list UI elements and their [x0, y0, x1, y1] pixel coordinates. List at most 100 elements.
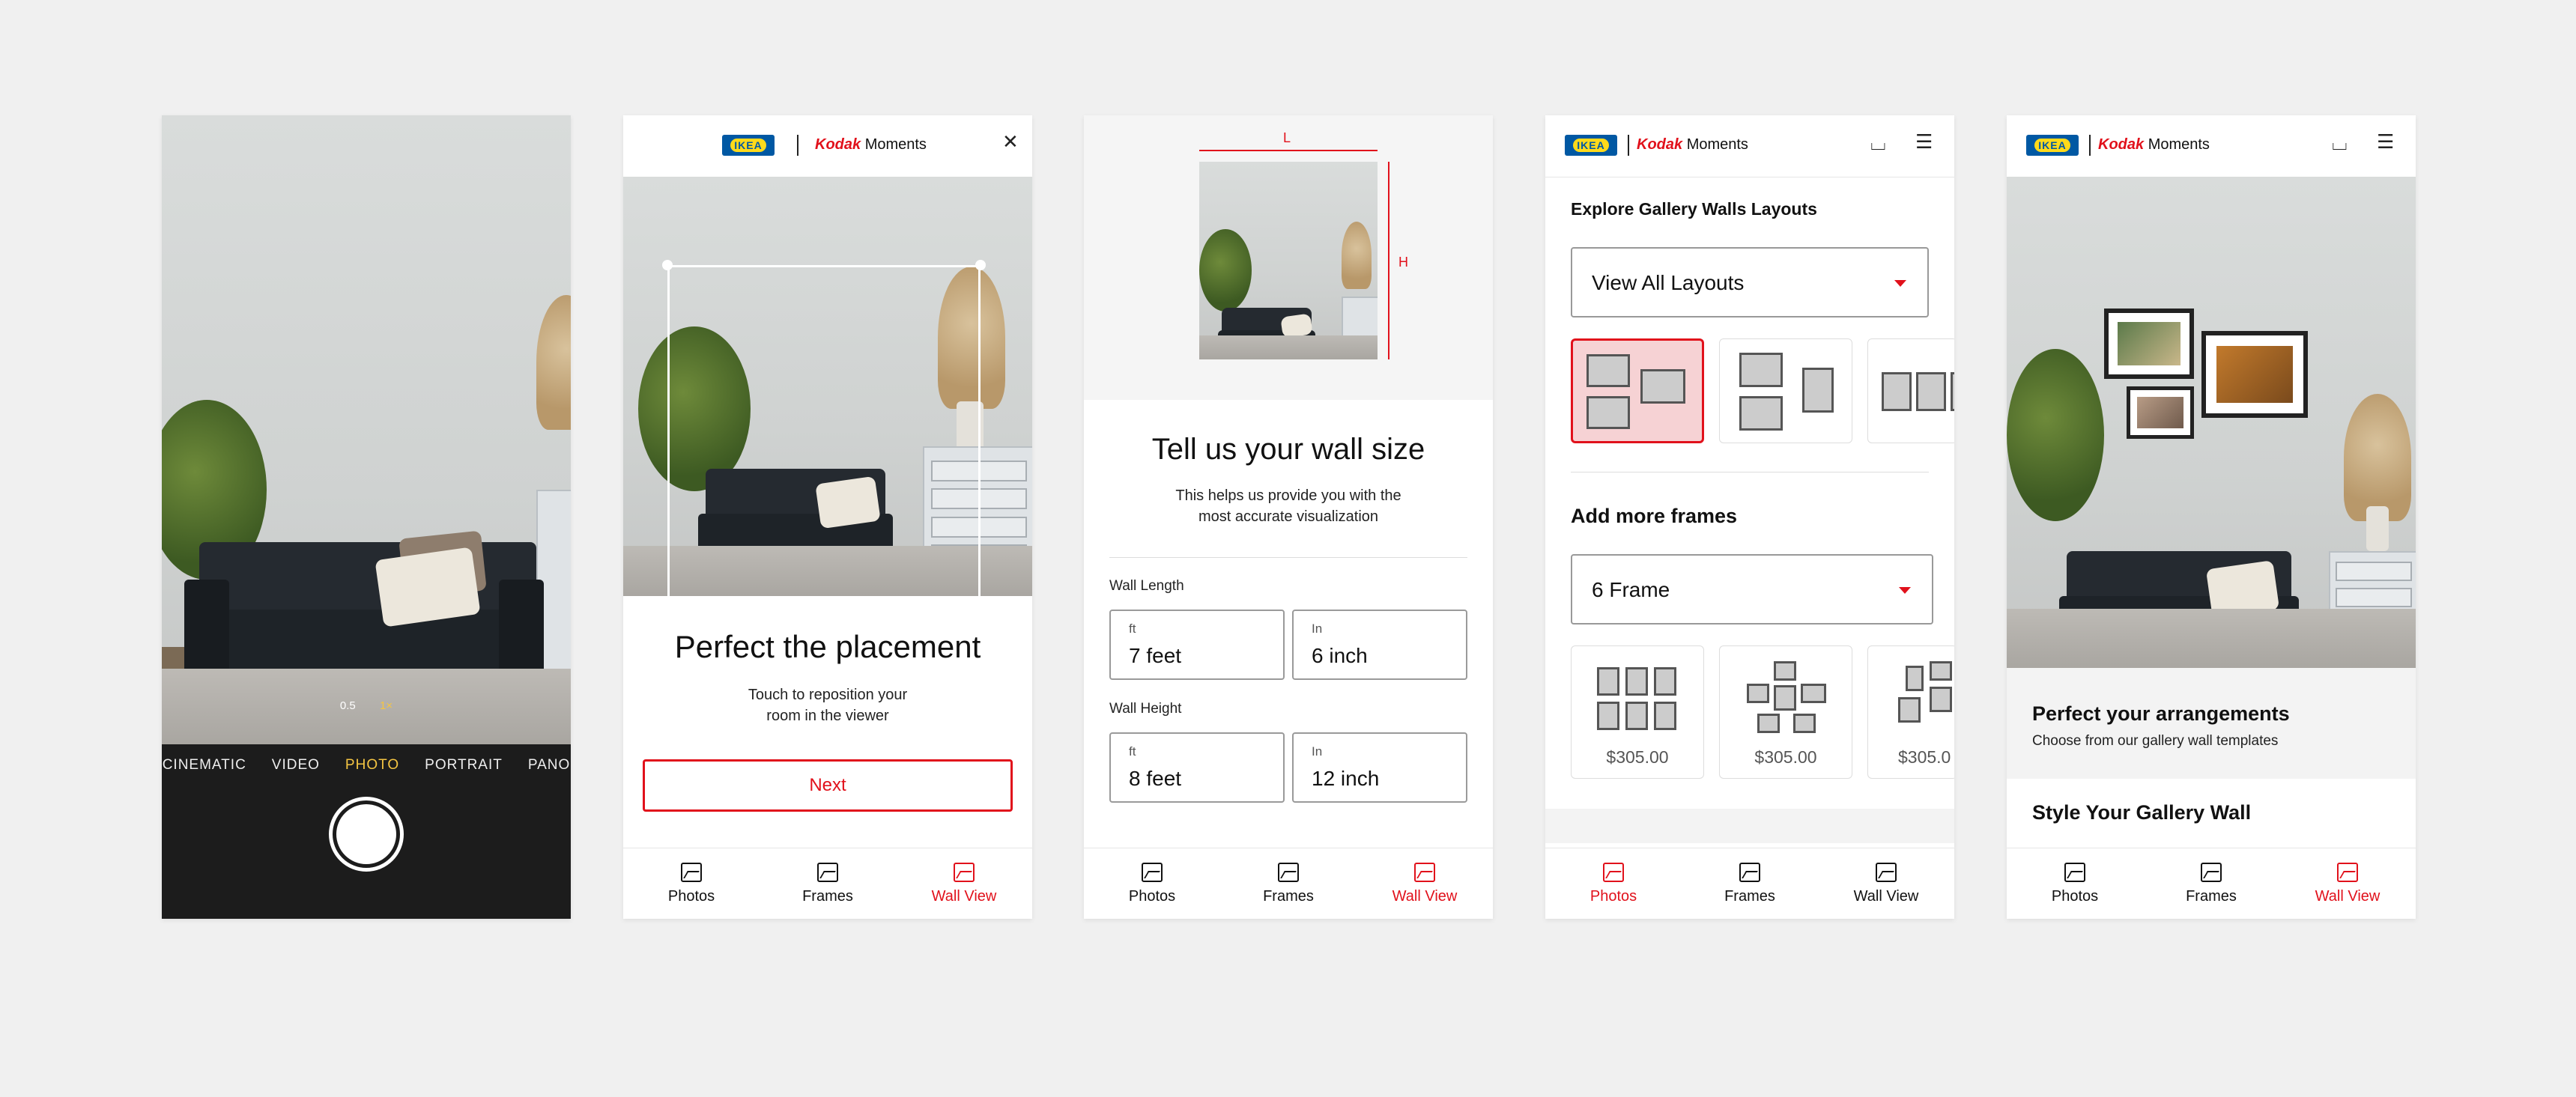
add-frames-title: Add more frames [1571, 505, 1738, 527]
frames-icon [2201, 862, 2222, 882]
bottom-nav: Photos Frames Wall View [2007, 848, 2416, 919]
nav-frames[interactable]: Frames [2143, 848, 2279, 919]
close-icon[interactable]: ✕ [1002, 130, 1019, 154]
frames-icon [817, 862, 838, 882]
wall-frame-2[interactable] [2201, 331, 2308, 418]
frame-count-select[interactable]: 6 Frame [1571, 554, 1933, 625]
length-dimension-line [1199, 150, 1378, 151]
height-dimension-line [1388, 162, 1389, 359]
chevron-down-icon [1894, 280, 1906, 287]
wall-height-feet-field[interactable]: ft 8 feet [1109, 732, 1285, 803]
placement-frame[interactable] [667, 265, 981, 596]
mode-video[interactable]: VIDEO [272, 757, 320, 774]
corner-handle[interactable] [662, 260, 673, 270]
shutter-button[interactable] [329, 797, 404, 872]
photos-icon [1603, 862, 1624, 882]
app-header: IKEA Kodak Moments ✕ [623, 115, 1032, 177]
wall-length-feet-field[interactable]: ft 7 feet [1109, 610, 1285, 680]
placement-subtitle-1: Touch to reposition your [748, 687, 908, 703]
bottom-nav: Photos Frames Wall View [1545, 848, 1954, 919]
room-gallery-preview [2007, 177, 2416, 668]
frame-pack-card-2[interactable]: $305.00 [1719, 645, 1852, 779]
placement-subtitle-2: room in the viewer [766, 708, 889, 724]
ikea-logo: IKEA [722, 135, 775, 156]
ikea-logo: IKEA [2026, 135, 2079, 156]
mode-portrait[interactable]: PORTRAIT [425, 757, 503, 774]
nav-frames[interactable]: Frames [1220, 848, 1357, 919]
layout-option-1[interactable] [1571, 338, 1704, 443]
arrangements-screen: IKEA Kodak Moments ⌴ ☰ Perfect your arra… [2007, 115, 2416, 919]
frame-pack-card-1[interactable]: $305.00 [1571, 645, 1704, 779]
wall-height-label: Wall Height [1109, 701, 1182, 717]
kodak-moments-logo: Kodak Moments [2098, 136, 2210, 153]
basket-icon[interactable]: ⌴ [2332, 132, 2348, 156]
app-header: IKEA Kodak Moments ⌴ ☰ [1545, 115, 1954, 177]
wall-height-inch-field[interactable]: In 12 inch [1292, 732, 1467, 803]
zoom-selector[interactable]: 0.5 1× [162, 699, 571, 712]
layout-option-3[interactable] [1867, 338, 1954, 443]
kodak-moments-logo: Kodak Moments [815, 136, 927, 153]
style-gallery-title: Style Your Gallery Wall [2032, 801, 2252, 824]
layout-option-2[interactable] [1719, 338, 1852, 443]
nav-photos[interactable]: Photos [1084, 848, 1220, 919]
price: $305.00 [1754, 747, 1817, 767]
frames-icon [1739, 862, 1760, 882]
wall-length-label: Wall Length [1109, 578, 1184, 594]
wall-view-icon [1414, 862, 1435, 882]
chevron-down-icon [1899, 587, 1911, 594]
wall-view-icon [1876, 862, 1897, 882]
kodak-moments-logo: Kodak Moments [1637, 136, 1748, 153]
camera-mode-bar[interactable]: CINEMATIC VIDEO PHOTO PORTRAIT PANO [162, 757, 571, 774]
wall-frame-1[interactable] [2104, 309, 2194, 379]
wall-view-icon [954, 862, 975, 882]
frame-pack-card-3[interactable]: $305.0 [1867, 645, 1954, 779]
layout-select[interactable]: View All Layouts [1571, 247, 1929, 317]
frames-icon [1278, 862, 1299, 882]
nav-wall-view[interactable]: Wall View [1818, 848, 1954, 919]
layouts-screen: IKEA Kodak Moments ⌴ ☰ Explore Gallery W… [1545, 115, 1954, 919]
nav-frames[interactable]: Frames [760, 848, 896, 919]
arrangements-subtitle: Choose from our gallery wall templates [2032, 733, 2279, 749]
room-viewfinder-photo [162, 115, 571, 744]
mode-cinematic[interactable]: CINEMATIC [163, 757, 246, 774]
wall-size-subtitle-2: most accurate visualization [1198, 508, 1379, 525]
wall-size-screen: L H Tell us your wall size This helps us… [1084, 115, 1493, 919]
wall-view-icon [2337, 862, 2358, 882]
room-photo[interactable] [623, 177, 1032, 596]
wall-length-inch-field[interactable]: In 6 inch [1292, 610, 1467, 680]
placement-screen: IKEA Kodak Moments ✕ Perfect the placeme… [623, 115, 1032, 919]
photos-icon [681, 862, 702, 882]
nav-photos[interactable]: Photos [623, 848, 760, 919]
nav-wall-view[interactable]: Wall View [896, 848, 1032, 919]
photos-icon [2064, 862, 2085, 882]
camera-screen: 0.5 1× CINEMATIC VIDEO PHOTO PORTRAIT PA… [162, 115, 571, 919]
placement-title: Perfect the placement [674, 629, 981, 664]
price: $305.0 [1898, 747, 1951, 767]
ikea-logo: IKEA [1565, 135, 1617, 156]
nav-frames[interactable]: Frames [1682, 848, 1818, 919]
nav-photos[interactable]: Photos [2007, 848, 2143, 919]
bottom-nav: Photos Frames Wall View [1084, 848, 1493, 919]
length-dimension-label: L [1283, 130, 1291, 145]
bottom-nav: Photos Frames Wall View [623, 848, 1032, 919]
menu-icon[interactable]: ☰ [2377, 130, 2394, 154]
zoom-0-5[interactable]: 0.5 [340, 699, 356, 712]
zoom-1x[interactable]: 1× [380, 699, 393, 712]
mode-pano[interactable]: PANO [528, 757, 570, 774]
nav-wall-view[interactable]: Wall View [2279, 848, 2416, 919]
price: $305.00 [1606, 747, 1669, 767]
menu-icon[interactable]: ☰ [1915, 130, 1933, 154]
wall-frame-3[interactable] [2127, 386, 2194, 439]
height-dimension-label: H [1398, 255, 1408, 270]
app-header: IKEA Kodak Moments ⌴ ☰ [2007, 115, 2416, 177]
photos-icon [1142, 862, 1163, 882]
nav-wall-view[interactable]: Wall View [1357, 848, 1493, 919]
room-thumbnail [1199, 162, 1378, 359]
basket-icon[interactable]: ⌴ [1870, 132, 1886, 156]
wall-size-subtitle-1: This helps us provide you with the [1175, 487, 1401, 504]
next-button[interactable]: Next [643, 759, 1013, 812]
mode-photo[interactable]: PHOTO [345, 757, 399, 774]
nav-photos[interactable]: Photos [1545, 848, 1682, 919]
layouts-title: Explore Gallery Walls Layouts [1571, 199, 1817, 219]
corner-handle[interactable] [975, 260, 986, 270]
